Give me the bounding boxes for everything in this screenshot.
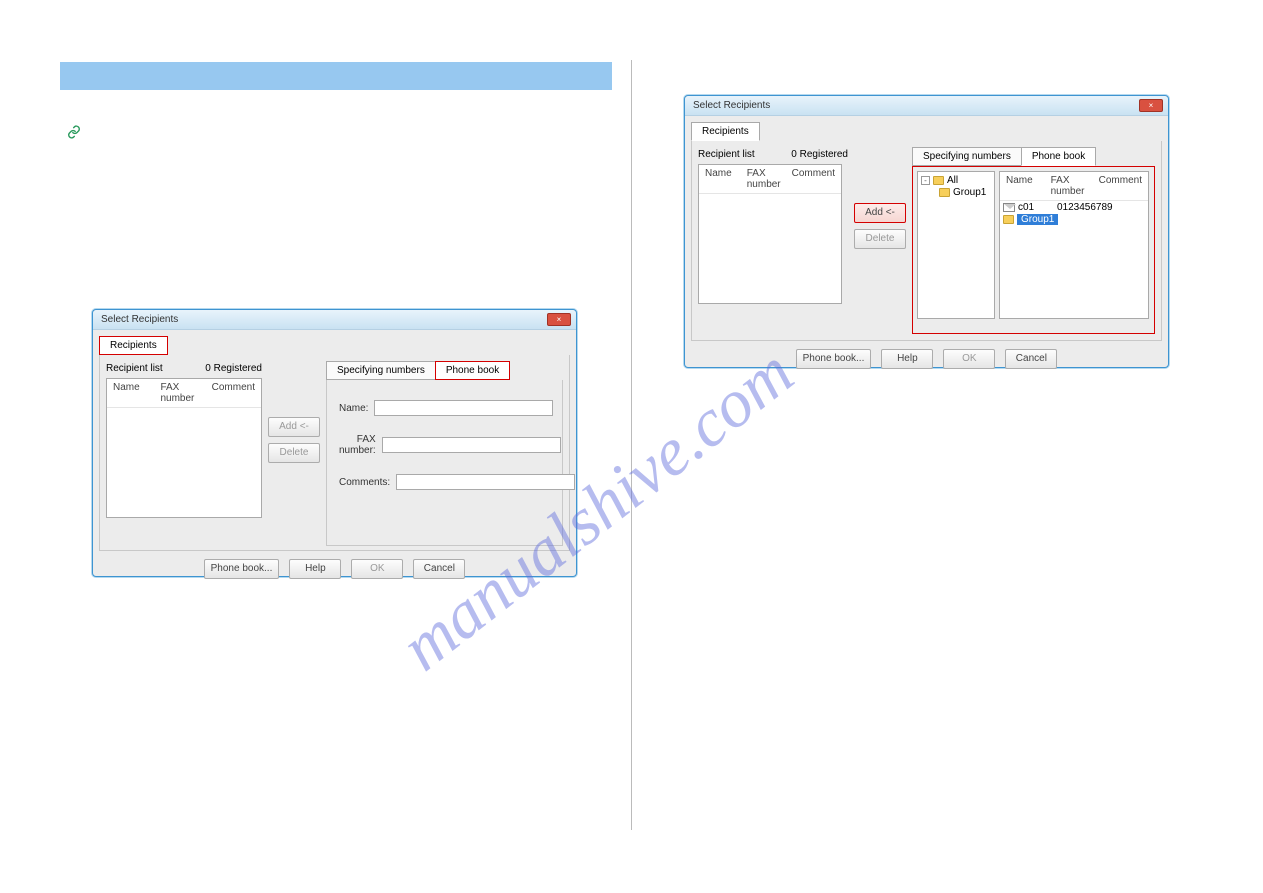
mail-icon bbox=[1003, 203, 1015, 212]
help-button[interactable]: Help bbox=[881, 349, 933, 369]
help-button[interactable]: Help bbox=[289, 559, 341, 579]
recipient-list[interactable]: Name FAX number Comment bbox=[106, 378, 262, 518]
folder-icon bbox=[939, 188, 950, 197]
tree-node-group1[interactable]: Group1 bbox=[921, 187, 991, 199]
cancel-button[interactable]: Cancel bbox=[413, 559, 465, 579]
contact-row-group[interactable]: Group1 bbox=[1003, 214, 1145, 226]
tab-specifying-numbers[interactable]: Specifying numbers bbox=[326, 361, 436, 380]
delete-button[interactable]: Delete bbox=[854, 229, 906, 249]
dialog-title: Select Recipients bbox=[693, 100, 770, 111]
column-header-name: Name bbox=[113, 382, 150, 404]
close-icon: × bbox=[557, 315, 562, 324]
ok-button[interactable]: OK bbox=[351, 559, 403, 579]
comments-label: Comments: bbox=[339, 477, 390, 488]
select-recipients-dialog-1: Select Recipients × Recipients Recipient… bbox=[92, 309, 577, 577]
recipient-list-label: Recipient list bbox=[106, 363, 163, 374]
phone-book-button[interactable]: Phone book... bbox=[204, 559, 280, 579]
section-header-bar bbox=[60, 62, 612, 90]
fax-field[interactable] bbox=[382, 437, 561, 453]
column-header-name: Name bbox=[1006, 175, 1041, 197]
folder-icon bbox=[1003, 215, 1014, 224]
column-divider bbox=[631, 60, 632, 830]
delete-button[interactable]: Delete bbox=[268, 443, 320, 463]
phone-book-button[interactable]: Phone book... bbox=[796, 349, 872, 369]
link-icon bbox=[67, 125, 81, 139]
registered-count: 0 Registered bbox=[791, 149, 848, 160]
dialog-title: Select Recipients bbox=[101, 314, 178, 325]
column-header-fax: FAX number bbox=[1051, 175, 1089, 197]
recipient-list-label: Recipient list bbox=[698, 149, 755, 160]
dialog-titlebar: Select Recipients × bbox=[93, 310, 576, 330]
close-icon: × bbox=[1149, 101, 1154, 110]
dialog-titlebar: Select Recipients × bbox=[685, 96, 1168, 116]
cancel-button[interactable]: Cancel bbox=[1005, 349, 1057, 369]
tab-phone-book[interactable]: Phone book bbox=[435, 361, 510, 380]
tab-recipients[interactable]: Recipients bbox=[99, 336, 168, 355]
fax-label: FAX number: bbox=[339, 434, 376, 456]
column-header-comment: Comment bbox=[792, 168, 835, 190]
column-header-fax: FAX number bbox=[160, 382, 201, 404]
collapse-icon[interactable]: - bbox=[921, 176, 930, 185]
comments-field[interactable] bbox=[396, 474, 575, 490]
contact-row[interactable]: c01 0123456789 bbox=[1003, 202, 1145, 214]
tab-recipients[interactable]: Recipients bbox=[691, 122, 760, 141]
name-label: Name: bbox=[339, 403, 368, 414]
column-header-comment: Comment bbox=[1099, 175, 1142, 197]
close-button[interactable]: × bbox=[547, 313, 571, 326]
close-button[interactable]: × bbox=[1139, 99, 1163, 112]
column-header-comment: Comment bbox=[212, 382, 255, 404]
tree-node-all[interactable]: - All bbox=[921, 175, 991, 187]
ok-button[interactable]: OK bbox=[943, 349, 995, 369]
recipient-list[interactable]: Name FAX number Comment bbox=[698, 164, 842, 304]
registered-count: 0 Registered bbox=[205, 363, 262, 374]
column-header-fax: FAX number bbox=[747, 168, 782, 190]
add-button[interactable]: Add <- bbox=[268, 417, 320, 437]
group-tree[interactable]: - All Group1 bbox=[917, 171, 995, 319]
column-header-name: Name bbox=[705, 168, 737, 190]
contact-list[interactable]: Name FAX number Comment c01 0123456789 bbox=[999, 171, 1149, 319]
tab-specifying-numbers[interactable]: Specifying numbers bbox=[912, 147, 1022, 166]
select-recipients-dialog-2: Select Recipients × Recipients Recipient… bbox=[684, 95, 1169, 368]
add-button[interactable]: Add <- bbox=[854, 203, 906, 223]
tab-phone-book[interactable]: Phone book bbox=[1021, 147, 1096, 166]
name-field[interactable] bbox=[374, 400, 553, 416]
folder-icon bbox=[933, 176, 944, 185]
